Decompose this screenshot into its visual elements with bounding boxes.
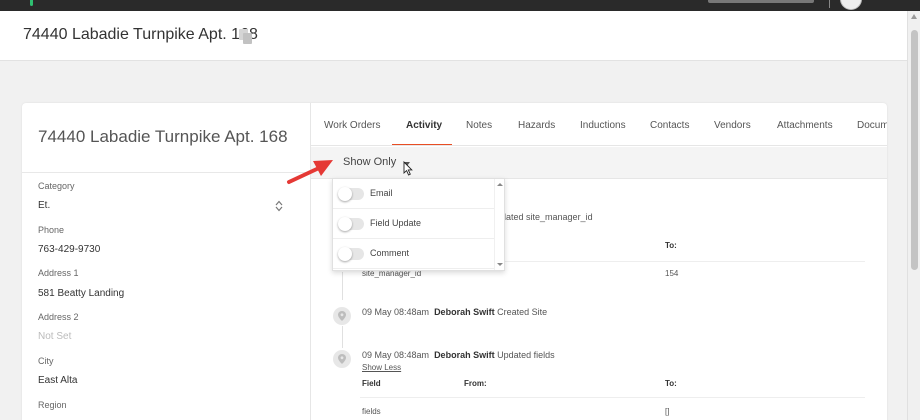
- category-select[interactable]: Et.: [38, 200, 50, 211]
- filter-option-label: Field Update: [370, 218, 422, 228]
- panel-divider: [22, 172, 311, 173]
- activity-2-time: 09 May 08:48am: [362, 307, 430, 317]
- activity-2-action: Created Site: [497, 307, 548, 317]
- activity-3-row: 09 May 08:48am Deborah Swift Updated fie…: [362, 350, 555, 360]
- scroll-thumb[interactable]: [911, 30, 918, 270]
- activity-1-to: 154: [665, 269, 679, 278]
- scroll-up-arrow[interactable]: [497, 183, 503, 186]
- activity-1-to-header: To:: [665, 241, 677, 250]
- address1-value[interactable]: 581 Beatty Landing: [38, 288, 124, 299]
- field-column-header: Field: [362, 379, 381, 388]
- page-title: 74440 Labadie Turnpike Apt. 168: [23, 26, 258, 43]
- active-tab-indicator: [392, 144, 452, 145]
- filter-option-label: Email: [370, 188, 393, 198]
- up-down-icon[interactable]: [275, 200, 283, 212]
- tab-vendors[interactable]: Vendors: [714, 120, 751, 131]
- tab-notes[interactable]: Notes: [466, 120, 492, 131]
- copy-icon[interactable]: [238, 28, 253, 45]
- menu-scrollbar[interactable]: [494, 179, 504, 270]
- arrow-annotation: [287, 160, 333, 184]
- page-scrollbar[interactable]: [907, 11, 920, 420]
- comment-toggle[interactable]: [338, 247, 364, 261]
- field-update-toggle[interactable]: [338, 217, 364, 231]
- global-search-input[interactable]: [708, 0, 814, 3]
- to-column-header: To:: [665, 379, 677, 388]
- site-name: 74440 Labadie Turnpike Apt. 168: [38, 127, 288, 146]
- activity-3-action: Updated fields: [497, 350, 555, 360]
- table-divider: [360, 397, 865, 398]
- page-header: 74440 Labadie Turnpike Apt. 168: [0, 11, 907, 61]
- tab-activity[interactable]: Activity: [406, 120, 442, 131]
- scroll-down-arrow[interactable]: [497, 263, 503, 266]
- app-logo[interactable]: [30, 0, 33, 6]
- filter-option-comment[interactable]: Comment: [333, 239, 495, 269]
- timeline-connector: [342, 272, 343, 300]
- phone-value[interactable]: 763-429-9730: [38, 244, 100, 255]
- activity-filter-bar: Show Only: [311, 147, 887, 179]
- scroll-up-arrow[interactable]: [911, 14, 917, 19]
- tab-bar: Work Orders Activity Notes Hazards Induc…: [311, 103, 887, 146]
- activity-3-time: 09 May 08:48am: [362, 350, 430, 360]
- map-pin-icon: [333, 307, 351, 325]
- region-label: Region: [38, 400, 67, 410]
- top-navigation-bar: [0, 0, 920, 11]
- map-pin-icon: [333, 350, 351, 368]
- activity-3-field: fields: [362, 407, 381, 416]
- site-info-panel: 74440 Labadie Turnpike Apt. 168 Category…: [22, 103, 311, 420]
- email-toggle[interactable]: [338, 187, 364, 201]
- cursor-icon: [403, 161, 413, 176]
- user-avatar[interactable]: [840, 0, 862, 10]
- activity-2-user[interactable]: Deborah Swift: [434, 307, 495, 317]
- show-less-link[interactable]: Show Less: [362, 363, 401, 372]
- navbar-divider: [829, 0, 830, 8]
- activity-3-user[interactable]: Deborah Swift: [434, 350, 495, 360]
- phone-label: Phone: [38, 225, 65, 235]
- show-only-menu: Email Field Update Comment: [332, 178, 505, 271]
- address1-label: Address 1: [38, 268, 79, 278]
- address2-value[interactable]: Not Set: [38, 331, 71, 342]
- activity-3-to: []: [665, 407, 670, 416]
- tab-hazards[interactable]: Hazards: [518, 120, 555, 131]
- from-column-header: From:: [464, 379, 487, 388]
- category-label: Category: [38, 181, 75, 191]
- timeline-connector: [342, 326, 343, 348]
- address2-label: Address 2: [38, 312, 79, 322]
- show-only-dropdown[interactable]: Show Only: [343, 156, 396, 168]
- tab-documents[interactable]: Docum: [857, 120, 887, 131]
- filter-option-label: Comment: [370, 248, 410, 258]
- city-label: City: [38, 356, 54, 366]
- activity-2-row: 09 May 08:48am Deborah Swift Created Sit…: [362, 307, 547, 317]
- filter-option-email[interactable]: Email: [333, 179, 495, 209]
- tab-work-orders[interactable]: Work Orders: [324, 120, 381, 131]
- tab-inductions[interactable]: Inductions: [580, 120, 626, 131]
- tab-attachments[interactable]: Attachments: [777, 120, 833, 131]
- tab-contacts[interactable]: Contacts: [650, 120, 689, 131]
- activity-1-action: pdated site_manager_id: [496, 212, 593, 222]
- city-value[interactable]: East Alta: [38, 375, 77, 386]
- filter-option-field-update[interactable]: Field Update: [333, 209, 495, 239]
